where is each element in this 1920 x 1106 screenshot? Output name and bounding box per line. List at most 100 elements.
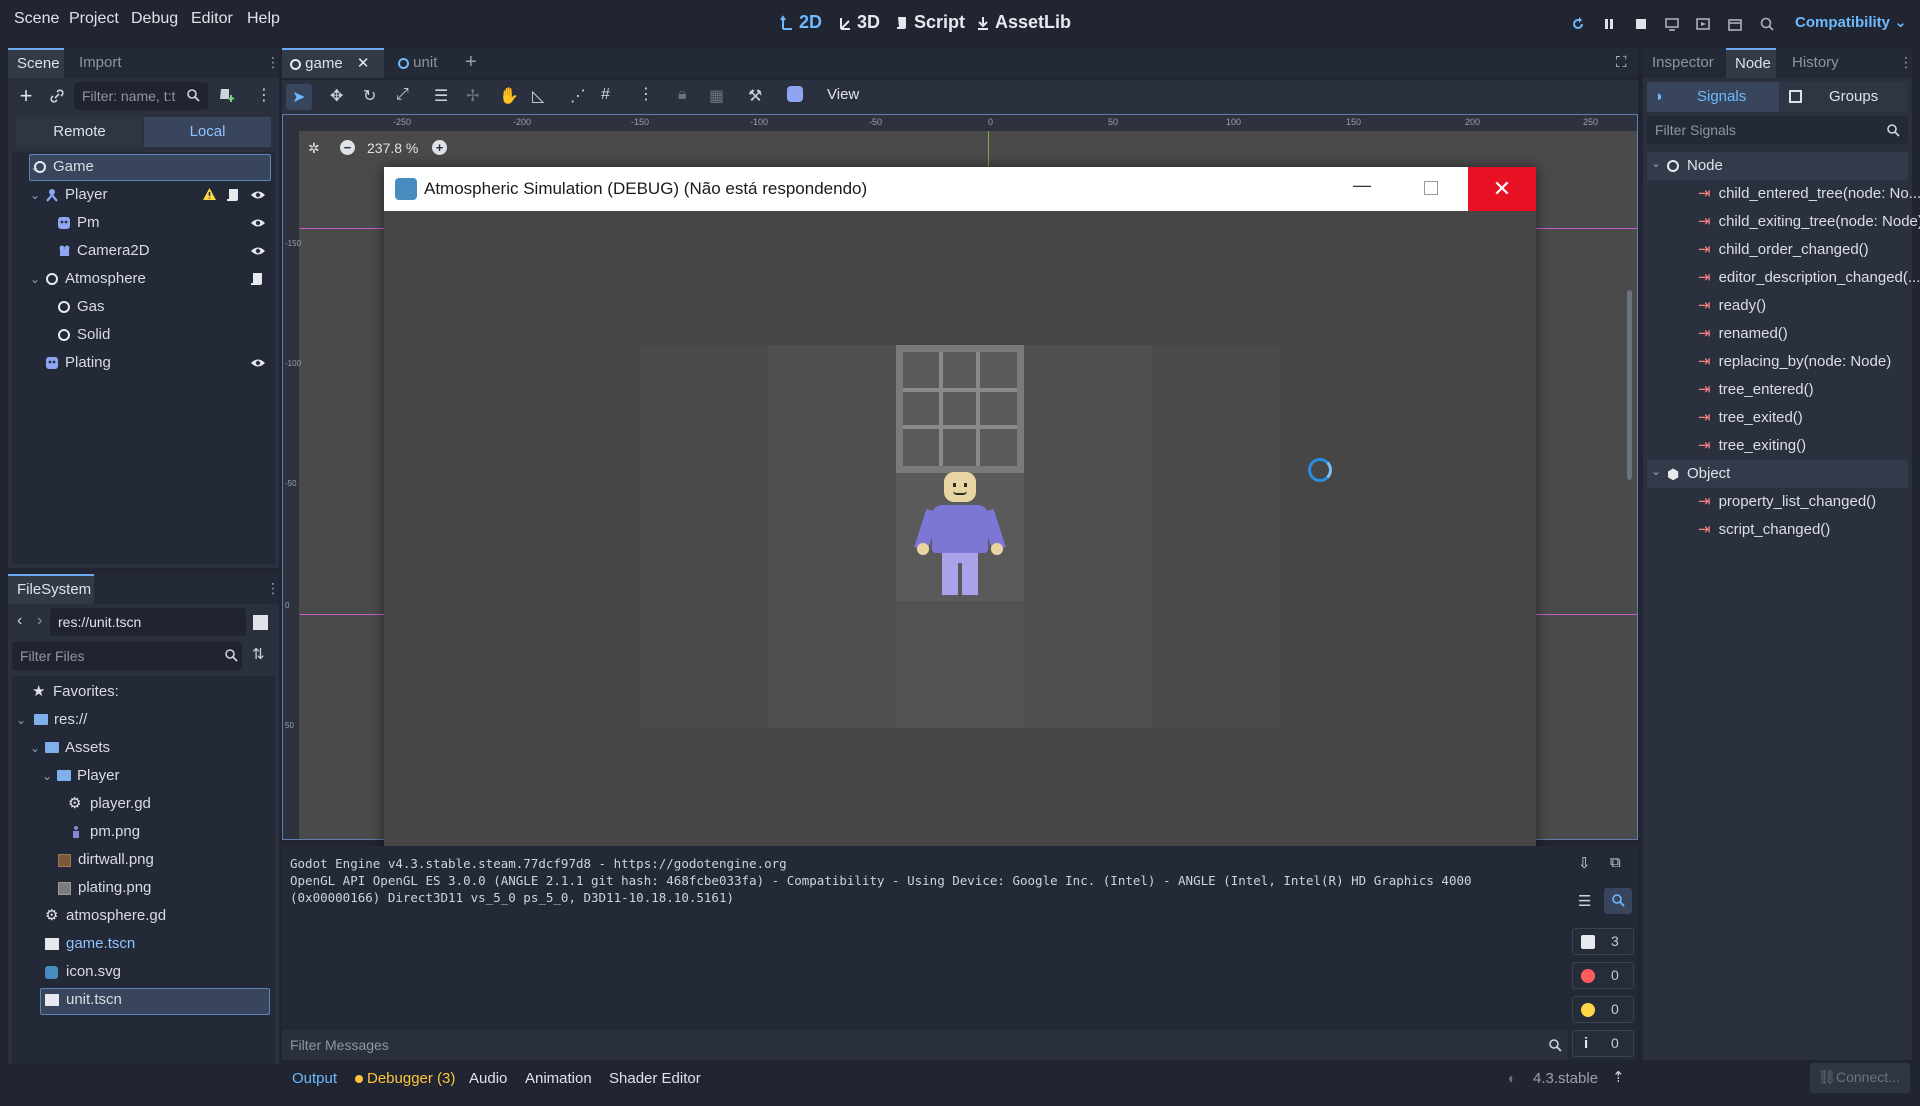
mode-3d-button[interactable]: 3D [838, 12, 880, 33]
tab-output[interactable]: Output [292, 1070, 337, 1087]
pivot-icon[interactable]: ✢ [466, 86, 479, 106]
select-mode-button[interactable]: ➤ [286, 84, 312, 110]
tab-inspector[interactable]: Inspector [1643, 48, 1723, 78]
filter-errors-toggle[interactable]: 0 [1572, 962, 1634, 989]
group-icon[interactable]: ▦ [709, 86, 724, 106]
move-icon[interactable]: ✥ [330, 86, 343, 106]
signal-item[interactable]: ⇥ ready() [1698, 292, 1766, 320]
smart-snap-icon[interactable]: ⋰ [570, 86, 586, 106]
script-icon[interactable] [226, 188, 240, 202]
signals-tab[interactable]: ◗ Signals [1647, 82, 1779, 112]
signal-item[interactable]: ⇥ tree_entered() [1698, 376, 1814, 404]
signal-item[interactable]: ⇥ child_entered_tree(node: No... [1698, 180, 1920, 208]
dock-menu-icon[interactable]: ⋮ [266, 580, 280, 597]
script-icon[interactable] [250, 272, 264, 286]
tab-shader-editor[interactable]: Shader Editor [609, 1070, 701, 1087]
distraction-free-icon[interactable]: ⛶ [1616, 54, 1627, 71]
snap-options-icon[interactable]: ⋮ [638, 84, 654, 104]
link-icon[interactable] [48, 87, 66, 105]
visibility-eye-icon[interactable] [250, 188, 266, 202]
clear-icon[interactable]: ☰ [1578, 892, 1591, 910]
tab-audio[interactable]: Audio [469, 1070, 507, 1087]
play-custom-scene-icon[interactable] [1723, 12, 1747, 36]
game-window-titlebar[interactable]: Atmospheric Simulation (DEBUG) (Não está… [384, 167, 1536, 211]
tree-row-pm[interactable]: Pm [14, 209, 274, 237]
signal-item[interactable]: ⇥ script_changed() [1698, 516, 1830, 544]
split-mode-icon[interactable] [253, 615, 268, 630]
camera-override-icon[interactable] [787, 86, 803, 102]
signal-item[interactable]: ⇥ child_order_changed() [1698, 236, 1869, 264]
ruler-icon[interactable]: ◺ [532, 86, 544, 106]
filter-warnings-toggle[interactable]: 0 [1572, 996, 1634, 1023]
view-menu[interactable]: View [827, 86, 859, 103]
back-icon[interactable]: ‹ [17, 612, 22, 630]
visibility-eye-icon[interactable] [250, 356, 266, 370]
warning-icon[interactable] [202, 187, 217, 201]
local-button[interactable]: Local [144, 117, 271, 147]
visibility-eye-icon[interactable] [250, 216, 266, 230]
tree-row-atmosphere[interactable]: ⌄ Atmosphere [14, 265, 274, 293]
menu-help[interactable]: Help [247, 10, 280, 28]
lock-icon[interactable]: 🔒︎ [678, 86, 687, 104]
mode-assetlib-button[interactable]: AssetLib [976, 12, 1071, 33]
mode-script-button[interactable]: Script [895, 12, 965, 33]
maximize-icon[interactable] [1424, 181, 1438, 195]
filter-info-toggle[interactable]: i 0 [1572, 1030, 1634, 1057]
signal-item[interactable]: ⇥ renamed() [1698, 320, 1788, 348]
play-scene-icon[interactable] [1691, 12, 1715, 36]
signal-item[interactable]: ⇥ tree_exiting() [1698, 432, 1806, 460]
dock-menu-icon[interactable]: ⋮ [1899, 54, 1913, 71]
object-class-header[interactable]: ⌄ ⬢ Object [1647, 460, 1908, 488]
forward-icon[interactable]: › [37, 612, 42, 630]
reload-icon[interactable] [1566, 12, 1590, 36]
filter-signals-input[interactable]: Filter Signals [1647, 116, 1908, 144]
sort-icon[interactable]: ⇅ [252, 645, 265, 663]
filter-messages-input[interactable]: Filter Messages [282, 1030, 1568, 1060]
add-node-icon[interactable]: + [16, 83, 36, 108]
add-tab-icon[interactable]: + [465, 51, 477, 74]
list-select-icon[interactable]: ☰ [434, 86, 448, 106]
filter-messages-toggle[interactable]: 3 [1572, 928, 1634, 955]
groups-tab[interactable]: Groups [1779, 82, 1908, 112]
remote-debug-icon[interactable] [1660, 12, 1684, 36]
pan-icon[interactable]: ✋ [499, 86, 519, 106]
tree-row-player[interactable]: ⌄ Player [14, 181, 274, 209]
tab-game[interactable]: game ✕ [282, 48, 384, 78]
close-icon[interactable]: ✕ [357, 55, 370, 72]
signal-item[interactable]: ⇥ property_list_changed() [1698, 488, 1876, 516]
tab-scene[interactable]: Scene [8, 48, 64, 78]
grid-snap-icon[interactable]: # [601, 86, 610, 104]
tree-row-camera[interactable]: Camera2D [14, 237, 274, 265]
viewport-scrollbar[interactable] [1627, 290, 1632, 480]
menu-project[interactable]: Project [69, 10, 119, 28]
signal-item[interactable]: ⇥ editor_description_changed(... [1698, 264, 1920, 292]
menu-editor[interactable]: Editor [191, 10, 233, 28]
close-window-button[interactable]: ✕ [1468, 167, 1536, 211]
dock-menu-icon[interactable]: ⋮ [266, 54, 280, 71]
tab-import[interactable]: Import [70, 48, 131, 78]
menu-debug[interactable]: Debug [131, 10, 178, 28]
visibility-eye-icon[interactable] [250, 244, 266, 258]
menu-scene[interactable]: Scene [14, 10, 59, 28]
signal-item[interactable]: ⇥ replacing_by(node: Node) [1698, 348, 1891, 376]
tree-row-plating[interactable]: Plating [14, 349, 274, 377]
scale-icon[interactable]: ⤢ [396, 86, 409, 104]
signal-item[interactable]: ⇥ child_exiting_tree(node: Node) [1698, 208, 1920, 236]
pause-icon[interactable] [1597, 12, 1621, 36]
rotate-icon[interactable]: ↻ [363, 86, 376, 106]
center-view-icon[interactable]: ✲ [308, 140, 320, 157]
stop-icon[interactable] [1629, 12, 1653, 36]
signal-item[interactable]: ⇥ tree_exited() [1698, 404, 1803, 432]
zoom-out-icon[interactable]: − [340, 140, 355, 155]
tab-unit[interactable]: unit [390, 48, 446, 78]
minimize-icon[interactable]: — [1353, 175, 1371, 196]
tab-history[interactable]: History [1783, 48, 1848, 78]
toggle-search-button[interactable] [1604, 888, 1632, 914]
renderer-select[interactable]: Compatibility ⌄ [1795, 13, 1907, 31]
zoom-in-icon[interactable]: + [432, 140, 447, 155]
movie-maker-icon[interactable] [1755, 12, 1779, 36]
remote-button[interactable]: Remote [16, 117, 143, 147]
attach-script-icon[interactable] [218, 87, 236, 103]
copy-icon[interactable]: ⧉ [1610, 854, 1621, 871]
node-class-header[interactable]: ⌄ Node [1647, 152, 1908, 180]
